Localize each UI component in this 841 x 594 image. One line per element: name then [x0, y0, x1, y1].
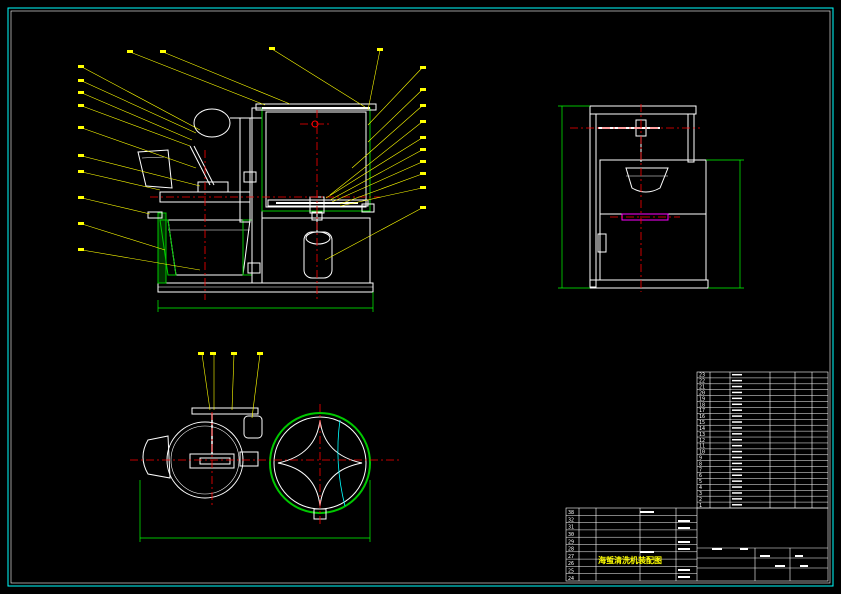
parts-list-name-mark [732, 456, 742, 459]
drawing-title: 海蜇清洗机装配图 [598, 555, 662, 565]
parts-list-name-mark [732, 444, 742, 447]
parts-list-name-mark [732, 385, 742, 388]
parts-list-name-mark [732, 415, 742, 417]
parts-list-name-mark [732, 498, 742, 500]
parts-list-name-mark [732, 391, 742, 394]
parts-list-name-mark [732, 427, 742, 429]
drawing-frame [7, 7, 834, 587]
parts-list-name-mark [732, 409, 742, 411]
parts-list-name-mark [732, 397, 742, 400]
parts-list-name-mark [732, 504, 742, 506]
front-view-dimension [157, 292, 374, 312]
side-view [589, 105, 709, 289]
parts-list-name-mark [732, 492, 742, 494]
parts-list-name-mark [732, 403, 742, 406]
parts-list-name-mark [732, 468, 742, 471]
parts-list-name-mark [732, 486, 742, 488]
title-block-item-number: 24 [568, 576, 574, 582]
parts-list-name-mark [732, 421, 742, 423]
front-view-leaders-right [271, 48, 423, 261]
top-view [142, 407, 371, 520]
top-view-leader-ticks [198, 352, 263, 355]
parts-list-name-mark [732, 433, 742, 435]
parts-list-name-mark [732, 450, 742, 453]
side-view-dimensions [558, 105, 744, 289]
parts-list-upper [696, 371, 829, 509]
parts-list-name-mark [732, 439, 742, 441]
cad-drawing-canvas: 2322212019181716151413121110987654321 38… [7, 7, 834, 587]
parts-list-name-mark [732, 379, 742, 382]
parts-list-name-mark [732, 480, 742, 482]
parts-list-name-mark [732, 373, 742, 376]
parts-list-name-mark [732, 474, 742, 476]
parts-list-upper-rows: 2322212019181716151413121110987654321 [697, 373, 828, 509]
parts-list-name-mark [732, 462, 742, 465]
front-view-leaders-left [81, 51, 291, 271]
